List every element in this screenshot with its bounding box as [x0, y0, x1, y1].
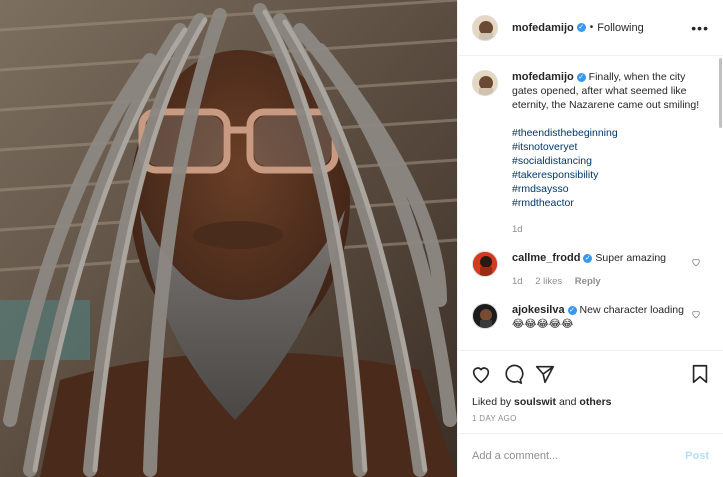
- likes-and: and: [558, 396, 577, 408]
- hashtag-link[interactable]: #socialdistancing: [512, 154, 708, 168]
- avatar-image: [473, 252, 497, 276]
- post-comment-button[interactable]: Post: [685, 450, 709, 462]
- caption: mofedamijo ✓ Finally, when the city gates…: [472, 70, 709, 237]
- caption-username[interactable]: mofedamijo: [512, 71, 574, 83]
- hashtag-link[interactable]: #theendisthebeginning: [512, 126, 708, 140]
- comment-username[interactable]: ajokesilva: [512, 304, 565, 316]
- instagram-post: mofedamijo ✓ • Following ••• mofedamijo ✓…: [0, 0, 723, 477]
- separator-dot: •: [589, 22, 594, 33]
- verified-badge-icon: ✓: [583, 253, 593, 263]
- hashtag-link[interactable]: #rmdtheactor: [512, 196, 708, 210]
- likes-user-link[interactable]: soulswit: [514, 396, 556, 408]
- header-username[interactable]: mofedamijo: [512, 22, 574, 34]
- caption-avatar[interactable]: [472, 70, 498, 96]
- comment-body: callme_frodd ✓ Super amazing 1d 2 likes R…: [512, 251, 692, 289]
- verified-badge-icon: ✓: [576, 72, 586, 82]
- avatar-image: [473, 304, 497, 328]
- comment-bubble-icon[interactable]: [502, 363, 524, 385]
- add-comment-bar: Add a comment... Post: [458, 433, 723, 477]
- reply-button[interactable]: Reply: [575, 276, 601, 287]
- photo-image: [0, 0, 457, 477]
- comments-area[interactable]: mofedamijo ✓ Finally, when the city gates…: [458, 56, 723, 350]
- comment-age: 1d: [512, 276, 523, 287]
- hashtag-link[interactable]: #rmdsaysso: [512, 182, 708, 196]
- comment-username[interactable]: callme_frodd: [512, 252, 580, 264]
- hashtag-link[interactable]: #takeresponsibility: [512, 168, 708, 182]
- comment-body: ajokesilva ✓ New character loading😂😂😂😂😂: [512, 303, 692, 331]
- hashtag-link[interactable]: #itsnotoveryet: [512, 140, 708, 154]
- more-options-icon[interactable]: •••: [691, 20, 709, 36]
- comment-item: callme_frodd ✓ Super amazing 1d 2 likes R…: [472, 251, 709, 289]
- post-photo[interactable]: [0, 0, 457, 477]
- verified-badge-icon: ✓: [567, 305, 577, 315]
- likes-others-link[interactable]: others: [579, 396, 611, 408]
- hashtag-list: #theendisthebeginning #itsnotoveryet #so…: [512, 126, 708, 210]
- post-timestamp: 1 DAY AGO: [472, 414, 517, 423]
- share-paper-plane-icon[interactable]: [534, 363, 556, 385]
- avatar[interactable]: [472, 14, 498, 41]
- comment-text: Super amazing: [595, 252, 667, 264]
- verified-badge-icon: ✓: [576, 23, 586, 32]
- avatar-image: [473, 71, 497, 95]
- comment-like-heart-icon[interactable]: [691, 309, 701, 319]
- post-sidebar: mofedamijo ✓ • Following ••• mofedamijo ✓…: [457, 0, 723, 477]
- save-bookmark-icon[interactable]: [689, 363, 711, 385]
- caption-body: mofedamijo ✓ Finally, when the city gates…: [512, 70, 708, 237]
- likes-summary: Liked by soulswit and others: [458, 396, 723, 408]
- comment-likes[interactable]: 2 likes: [535, 276, 562, 287]
- caption-age: 1d: [512, 224, 523, 235]
- comment-like-heart-icon[interactable]: [691, 257, 701, 267]
- avatar-image: [473, 15, 497, 40]
- post-header: mofedamijo ✓ • Following •••: [458, 0, 723, 56]
- commenter-avatar[interactable]: [472, 251, 498, 277]
- following-button[interactable]: Following: [597, 22, 643, 34]
- commenter-avatar[interactable]: [472, 303, 498, 329]
- comment-item: ajokesilva ✓ New character loading😂😂😂😂😂: [472, 303, 709, 331]
- likes-prefix: Liked by: [472, 396, 512, 408]
- action-bar: [458, 350, 723, 396]
- comment-input[interactable]: Add a comment...: [472, 450, 685, 462]
- like-heart-icon[interactable]: [470, 363, 492, 385]
- comment-meta: 1d 2 likes Reply: [512, 275, 692, 289]
